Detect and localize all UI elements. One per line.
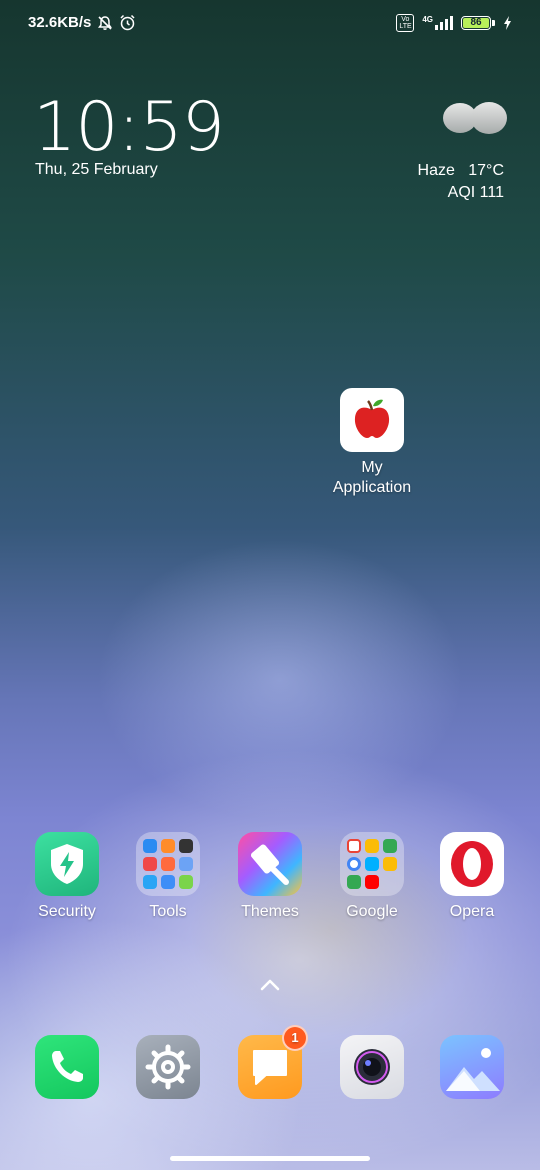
- status-left: 32.6KB/s: [28, 14, 136, 31]
- opera-icon: [440, 832, 504, 896]
- clock-date[interactable]: Thu, 25 February: [35, 161, 158, 179]
- messages-badge: 1: [282, 1025, 308, 1051]
- alarm-icon: [120, 14, 135, 31]
- network-type: 4G: [422, 15, 433, 24]
- dock-gallery[interactable]: [427, 1035, 517, 1105]
- app-label-security: Security: [38, 903, 96, 920]
- folder-label-google: Google: [346, 903, 398, 920]
- gallery-icon: [440, 1035, 504, 1099]
- weather-temperature: 17°C: [468, 162, 504, 179]
- clock-time[interactable]: 10:59: [33, 88, 225, 167]
- app-themes[interactable]: Themes: [225, 832, 315, 922]
- google-folder-icon: [340, 832, 404, 896]
- haze-weather-icon[interactable]: [442, 100, 508, 136]
- app-label-my-application: My Application: [332, 459, 412, 496]
- camera-icon: [340, 1035, 404, 1099]
- folder-label-tools: Tools: [149, 903, 187, 920]
- dock-camera[interactable]: [327, 1035, 417, 1105]
- apple-icon: [340, 388, 404, 452]
- phone-icon: [35, 1035, 99, 1099]
- folder-tools[interactable]: Tools: [123, 832, 213, 922]
- app-label-themes: Themes: [241, 903, 299, 920]
- dock-settings[interactable]: [123, 1035, 213, 1105]
- bell-muted-icon: [98, 15, 113, 30]
- dock-phone[interactable]: [22, 1035, 112, 1105]
- dock-messages[interactable]: 1: [225, 1025, 315, 1105]
- weather-widget[interactable]: Haze 17°C AQI 111: [418, 160, 504, 204]
- net-speed: 32.6KB/s: [28, 14, 92, 31]
- mobile-signal: 4G: [422, 16, 453, 30]
- security-shield-icon: [35, 832, 99, 896]
- app-opera[interactable]: Opera: [427, 832, 517, 922]
- folder-google[interactable]: Google: [327, 832, 417, 922]
- settings-gear-icon: [136, 1035, 200, 1099]
- weather-aqi: AQI 111: [447, 184, 504, 201]
- signal-bars-icon: [435, 16, 453, 30]
- charging-bolt-icon: [504, 16, 511, 30]
- status-right: Vo LTE 4G 86: [396, 14, 512, 32]
- weather-condition: Haze: [417, 162, 455, 179]
- volte-badge: Vo LTE: [396, 14, 415, 32]
- chevron-up-icon[interactable]: [258, 976, 282, 994]
- app-my-application[interactable]: My Application: [327, 388, 417, 498]
- home-indicator[interactable]: [170, 1156, 370, 1161]
- app-label-opera: Opera: [449, 903, 495, 920]
- app-security[interactable]: Security: [22, 832, 112, 922]
- tools-folder-icon: [136, 832, 200, 896]
- battery-icon: 86: [461, 16, 495, 30]
- themes-brush-icon: [238, 832, 302, 896]
- battery-level: 86: [463, 18, 489, 28]
